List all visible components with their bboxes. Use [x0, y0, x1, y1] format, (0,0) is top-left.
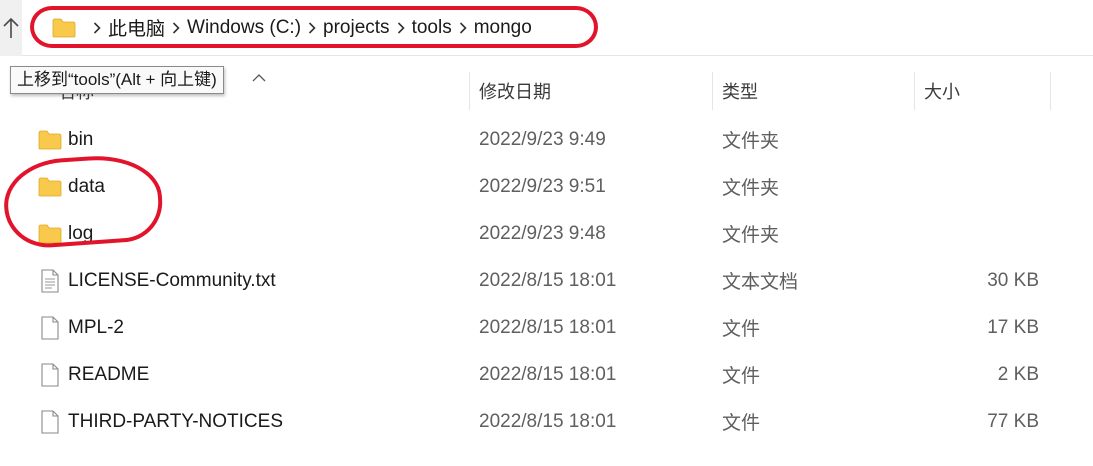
- file-name[interactable]: MPL-2: [68, 317, 124, 339]
- file-type: 文件夹: [722, 225, 780, 246]
- chevron-right-icon[interactable]: [301, 21, 323, 34]
- file-date: 2022/8/15 18:01: [479, 316, 617, 338]
- file-type: 文件: [722, 319, 761, 340]
- file-type: 文件: [722, 413, 761, 434]
- file-size: 2 KB: [997, 363, 1039, 385]
- file-name[interactable]: bin: [68, 129, 93, 151]
- file-type: 文件夹: [722, 178, 780, 199]
- file-name[interactable]: LICENSE-Community.txt: [68, 270, 276, 292]
- file-icon: [38, 409, 62, 434]
- chevron-right-icon[interactable]: [390, 21, 412, 34]
- column-size-label: 大小: [924, 82, 960, 102]
- file-type: 文件: [722, 366, 761, 387]
- folder-icon: [38, 222, 62, 246]
- file-size: 77 KB: [987, 410, 1039, 432]
- column-date[interactable]: 修改日期: [469, 70, 712, 112]
- file-name[interactable]: data: [68, 176, 105, 198]
- column-date-label: 修改日期: [479, 82, 551, 102]
- chevron-right-icon[interactable]: [452, 21, 474, 34]
- file-date: 2022/8/15 18:01: [479, 363, 617, 385]
- file-icon: [38, 362, 62, 387]
- breadcrumb-drive-c[interactable]: Windows (C:): [187, 17, 301, 39]
- file-type: 文本文档: [722, 272, 799, 293]
- sort-ascending-icon: [252, 69, 266, 87]
- up-button[interactable]: [0, 0, 23, 56]
- chevron-right-icon[interactable]: [86, 21, 108, 34]
- breadcrumb-this-pc[interactable]: 此电脑: [108, 14, 165, 41]
- column-type[interactable]: 类型: [712, 70, 914, 112]
- chevron-right-icon[interactable]: [165, 21, 187, 34]
- breadcrumb-projects[interactable]: projects: [323, 17, 390, 39]
- file-row-bin[interactable]: bin 2022/9/23 9:49 文件夹: [0, 116, 1093, 163]
- column-divider[interactable]: [1050, 72, 1051, 110]
- column-type-label: 类型: [722, 82, 758, 102]
- text-document-icon: [38, 268, 62, 293]
- column-size[interactable]: 大小: [914, 70, 1050, 112]
- file-row-log[interactable]: log 2022/9/23 9:48 文件夹: [0, 210, 1093, 257]
- file-type: 文件夹: [722, 131, 780, 152]
- breadcrumb-mongo[interactable]: mongo: [474, 17, 532, 39]
- file-row-mpl2[interactable]: MPL-2 2022/8/15 18:01 文件 17 KB: [0, 304, 1093, 351]
- folder-icon: [38, 175, 62, 199]
- file-row-license[interactable]: LICENSE-Community.txt 2022/8/15 18:01 文本…: [0, 257, 1093, 304]
- file-date: 2022/9/23 9:48: [479, 222, 606, 244]
- file-date: 2022/8/15 18:01: [479, 410, 617, 432]
- file-name[interactable]: THIRD-PARTY-NOTICES: [68, 411, 283, 433]
- file-row-third-party-notices[interactable]: THIRD-PARTY-NOTICES 2022/8/15 18:01 文件 7…: [0, 398, 1093, 445]
- address-bar[interactable]: 此电脑 Windows (C:) projects tools mongo: [22, 0, 1093, 56]
- breadcrumb-tools[interactable]: tools: [412, 17, 452, 39]
- file-icon: [38, 315, 62, 340]
- file-row-readme[interactable]: README 2022/8/15 18:01 文件 2 KB: [0, 351, 1093, 398]
- file-size: 17 KB: [987, 316, 1039, 338]
- file-name[interactable]: log: [68, 223, 93, 245]
- folder-icon: [38, 128, 62, 152]
- file-date: 2022/8/15 18:01: [479, 269, 617, 291]
- file-date: 2022/9/23 9:49: [479, 128, 606, 150]
- file-size: 30 KB: [987, 269, 1039, 291]
- arrow-up-icon: [3, 17, 19, 38]
- file-date: 2022/9/23 9:51: [479, 175, 606, 197]
- up-button-tooltip: 上移到“tools”(Alt + 向上键): [10, 66, 224, 94]
- folder-icon: [52, 16, 76, 40]
- file-row-data[interactable]: data 2022/9/23 9:51 文件夹: [0, 163, 1093, 210]
- file-name[interactable]: README: [68, 364, 149, 386]
